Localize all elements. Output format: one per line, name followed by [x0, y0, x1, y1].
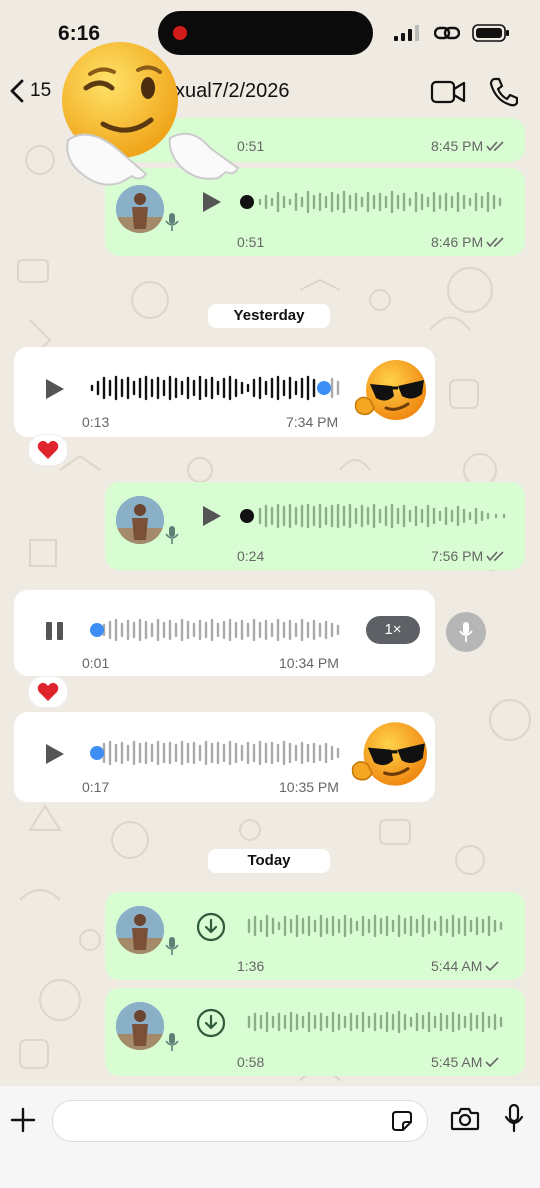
waveform[interactable] — [88, 373, 344, 403]
voice-duration: 0:51 — [237, 234, 265, 250]
single-check-icon — [485, 1057, 499, 1068]
mic-icon — [165, 213, 179, 231]
message-timestamp: 5:45 AM — [431, 1054, 499, 1070]
message-time: 5:44 AM — [431, 958, 483, 974]
input-bar — [0, 1086, 540, 1188]
voice-duration: 0:13 — [82, 414, 110, 430]
winking-emoji-sticker — [62, 42, 240, 186]
signal-icon — [394, 25, 419, 41]
message-timestamp: 5:44 AM — [431, 958, 499, 974]
cool-emoji-sticker — [354, 360, 426, 420]
mic-icon[interactable] — [503, 1103, 525, 1133]
waveform[interactable] — [238, 501, 508, 531]
waveform[interactable] — [245, 1007, 507, 1037]
voice-duration: 0:24 — [237, 548, 265, 564]
message-time: 7:56 PM — [431, 548, 484, 564]
cool-emoji-sticker — [351, 722, 427, 786]
message-input[interactable] — [52, 1100, 428, 1142]
mic-icon — [165, 526, 179, 544]
back-chevron-icon — [10, 79, 24, 103]
mic-icon — [165, 937, 179, 955]
sticker-icon[interactable] — [391, 1110, 413, 1132]
waveform[interactable] — [238, 187, 508, 217]
double-check-icon — [486, 141, 504, 152]
playback-speed-button[interactable]: 1× — [366, 616, 420, 644]
play-icon[interactable] — [44, 377, 66, 401]
voice-message-bubble[interactable]: 0:24 7:56 PM — [105, 482, 525, 570]
message-timestamp: 7:34 PM — [286, 414, 338, 430]
avatar — [116, 496, 164, 544]
unread-count: 15 — [30, 80, 52, 101]
camera-icon[interactable] — [450, 1106, 480, 1132]
link-icon — [434, 26, 460, 40]
message-timestamp: 10:35 PM — [279, 779, 339, 795]
heart-icon — [37, 440, 59, 459]
voice-duration: 1:36 — [237, 958, 265, 974]
voice-duration: 0:58 — [237, 1054, 265, 1070]
play-icon[interactable] — [44, 742, 66, 766]
date-separator: Yesterday — [208, 304, 330, 328]
waveform[interactable] — [245, 911, 507, 941]
message-timestamp: 7:56 PM — [431, 548, 506, 564]
double-check-icon — [486, 237, 504, 248]
waveform[interactable] — [88, 738, 344, 768]
avatar — [116, 1002, 164, 1050]
battery-icon — [472, 24, 509, 42]
message-time: 10:34 PM — [279, 655, 339, 671]
phone-icon[interactable] — [488, 76, 518, 108]
download-icon[interactable] — [196, 912, 226, 942]
voice-message-bubble[interactable]: 1× 0:01 10:34 PM — [14, 590, 435, 676]
mic-icon — [459, 622, 473, 642]
message-time: 5:45 AM — [431, 1054, 483, 1070]
avatar — [116, 906, 164, 954]
message-time: 8:45 PM — [431, 138, 484, 154]
message-timestamp: 10:34 PM — [279, 655, 339, 671]
back-button[interactable]: 15 — [8, 78, 51, 104]
voice-duration: 0:01 — [82, 655, 110, 671]
message-time: 10:35 PM — [279, 779, 339, 795]
voice-mic-indicator — [446, 612, 486, 652]
status-icons — [394, 24, 510, 42]
pause-icon[interactable] — [44, 620, 66, 642]
double-check-icon — [486, 551, 504, 562]
heart-icon — [37, 682, 59, 701]
message-timestamp: 8:46 PM — [431, 234, 506, 250]
download-icon[interactable] — [196, 1008, 226, 1038]
voice-message-bubble[interactable]: 0:58 5:45 AM — [105, 988, 525, 1076]
mic-icon — [165, 1033, 179, 1051]
play-icon[interactable] — [201, 504, 223, 528]
reaction-heart[interactable] — [28, 676, 68, 708]
date-separator: Today — [208, 849, 330, 873]
plus-icon[interactable] — [9, 1106, 37, 1134]
message-timestamp: 8:45 PM — [431, 138, 506, 154]
voice-duration: 0:17 — [82, 779, 110, 795]
video-call-icon[interactable] — [430, 78, 466, 106]
message-time: 8:46 PM — [431, 234, 484, 250]
reaction-heart[interactable] — [28, 434, 68, 466]
message-time: 7:34 PM — [286, 414, 339, 430]
voice-message-bubble[interactable]: 1:36 5:44 AM — [105, 892, 525, 980]
waveform[interactable] — [88, 615, 344, 645]
single-check-icon — [485, 961, 499, 972]
